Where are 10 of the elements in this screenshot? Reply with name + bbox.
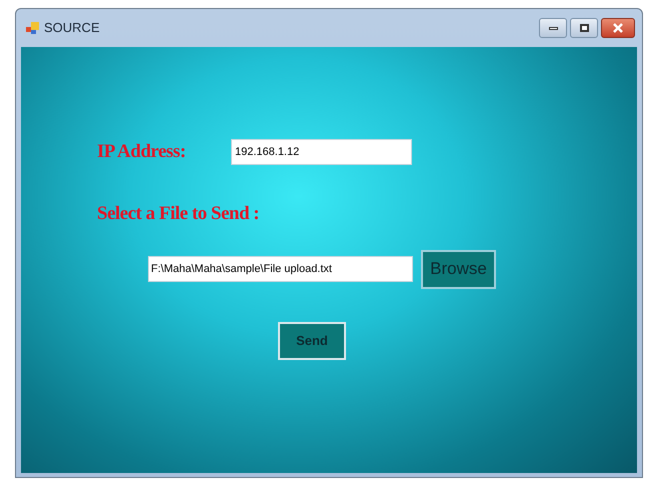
minimize-button[interactable] bbox=[539, 18, 567, 38]
window-title: SOURCE bbox=[44, 19, 100, 38]
select-file-label: Select a File to Send : bbox=[97, 202, 260, 226]
ip-address-field[interactable]: 192.168.1.12 bbox=[231, 139, 412, 165]
app-icon bbox=[26, 21, 40, 35]
close-button[interactable] bbox=[601, 18, 635, 38]
close-icon bbox=[613, 23, 623, 33]
ip-address-label: IP Address: bbox=[97, 140, 187, 164]
file-path-field[interactable]: F:\Maha\Maha\sample\File upload.txt bbox=[148, 256, 413, 282]
maximize-button[interactable] bbox=[570, 18, 598, 38]
